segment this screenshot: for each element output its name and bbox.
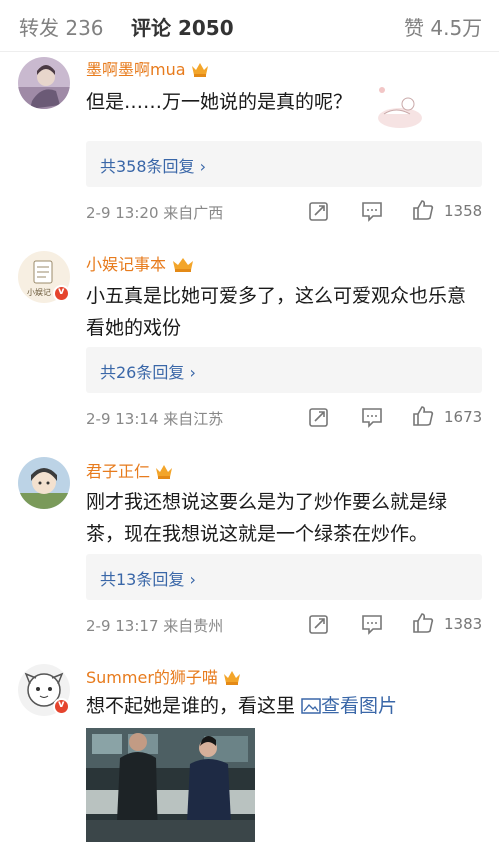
replies-label: 共358条回复 › [100, 157, 207, 176]
username[interactable]: 小娱记事本 [86, 251, 196, 275]
comment-text: 想不起她是谁的，看这里 查看图片 [86, 695, 398, 717]
replies-button[interactable]: 共26条回复 › [86, 347, 482, 393]
comment-text: 刚才我还想说这要么是为了炒作要么就是绿茶，现在我想说这就是一个绿茶在炒作。 [86, 491, 448, 545]
comment-meta: 2-9 13:20 来自广西 [86, 204, 224, 222]
comment-icon[interactable] [361, 406, 383, 428]
replies-button[interactable]: 共13条回复 › [86, 554, 482, 600]
view-image-link[interactable]: 查看图片 [301, 695, 397, 717]
username[interactable]: Summer的狮子喵 [86, 664, 242, 688]
crown-icon [173, 258, 194, 272]
comment-tabs: 转发 236 评论 2050 赞 4.5万 [0, 0, 499, 52]
like-icon[interactable] [412, 405, 434, 427]
crown-icon [191, 63, 208, 77]
crown-icon [156, 465, 173, 479]
svg-text:小娱记: 小娱记 [27, 288, 51, 297]
tab-likes[interactable]: 赞 4.5万 [404, 12, 482, 41]
like-icon[interactable] [412, 612, 434, 634]
comment-text: 小五真是比她可爱多了，这么可爱观众也乐意看她的戏份 [86, 285, 467, 339]
verified-badge: v [53, 285, 70, 302]
avatar[interactable] [18, 457, 70, 509]
username[interactable]: 君子正仁 [86, 458, 174, 482]
share-icon[interactable] [308, 200, 330, 222]
avatar[interactable] [18, 57, 70, 109]
image-icon [301, 698, 321, 714]
replies-label: 共26条回复 › [100, 363, 196, 382]
share-icon[interactable] [308, 613, 330, 635]
username[interactable]: 墨啊墨啊mua [86, 56, 210, 80]
like-count: 1673 [444, 408, 483, 426]
verified-badge: v [53, 698, 70, 715]
tab-repost[interactable]: 转发 236 [19, 12, 104, 41]
like-icon[interactable] [412, 199, 434, 221]
comment-icon[interactable] [361, 200, 383, 222]
comment-icon[interactable] [361, 613, 383, 635]
attached-photo[interactable] [86, 728, 255, 842]
replies-button[interactable]: 共358条回复 › [86, 141, 482, 187]
comment-meta: 2-9 13:14 来自江苏 [86, 410, 224, 428]
cat-sticker-icon [378, 87, 422, 128]
like-count: 1383 [444, 615, 483, 633]
share-icon[interactable] [308, 406, 330, 428]
like-count: 1358 [444, 202, 483, 220]
replies-label: 共13条回复 › [100, 570, 196, 589]
comment-meta: 2-9 13:17 来自贵州 [86, 617, 224, 635]
crown-icon [223, 671, 240, 685]
tab-comments[interactable]: 评论 2050 [131, 12, 234, 41]
